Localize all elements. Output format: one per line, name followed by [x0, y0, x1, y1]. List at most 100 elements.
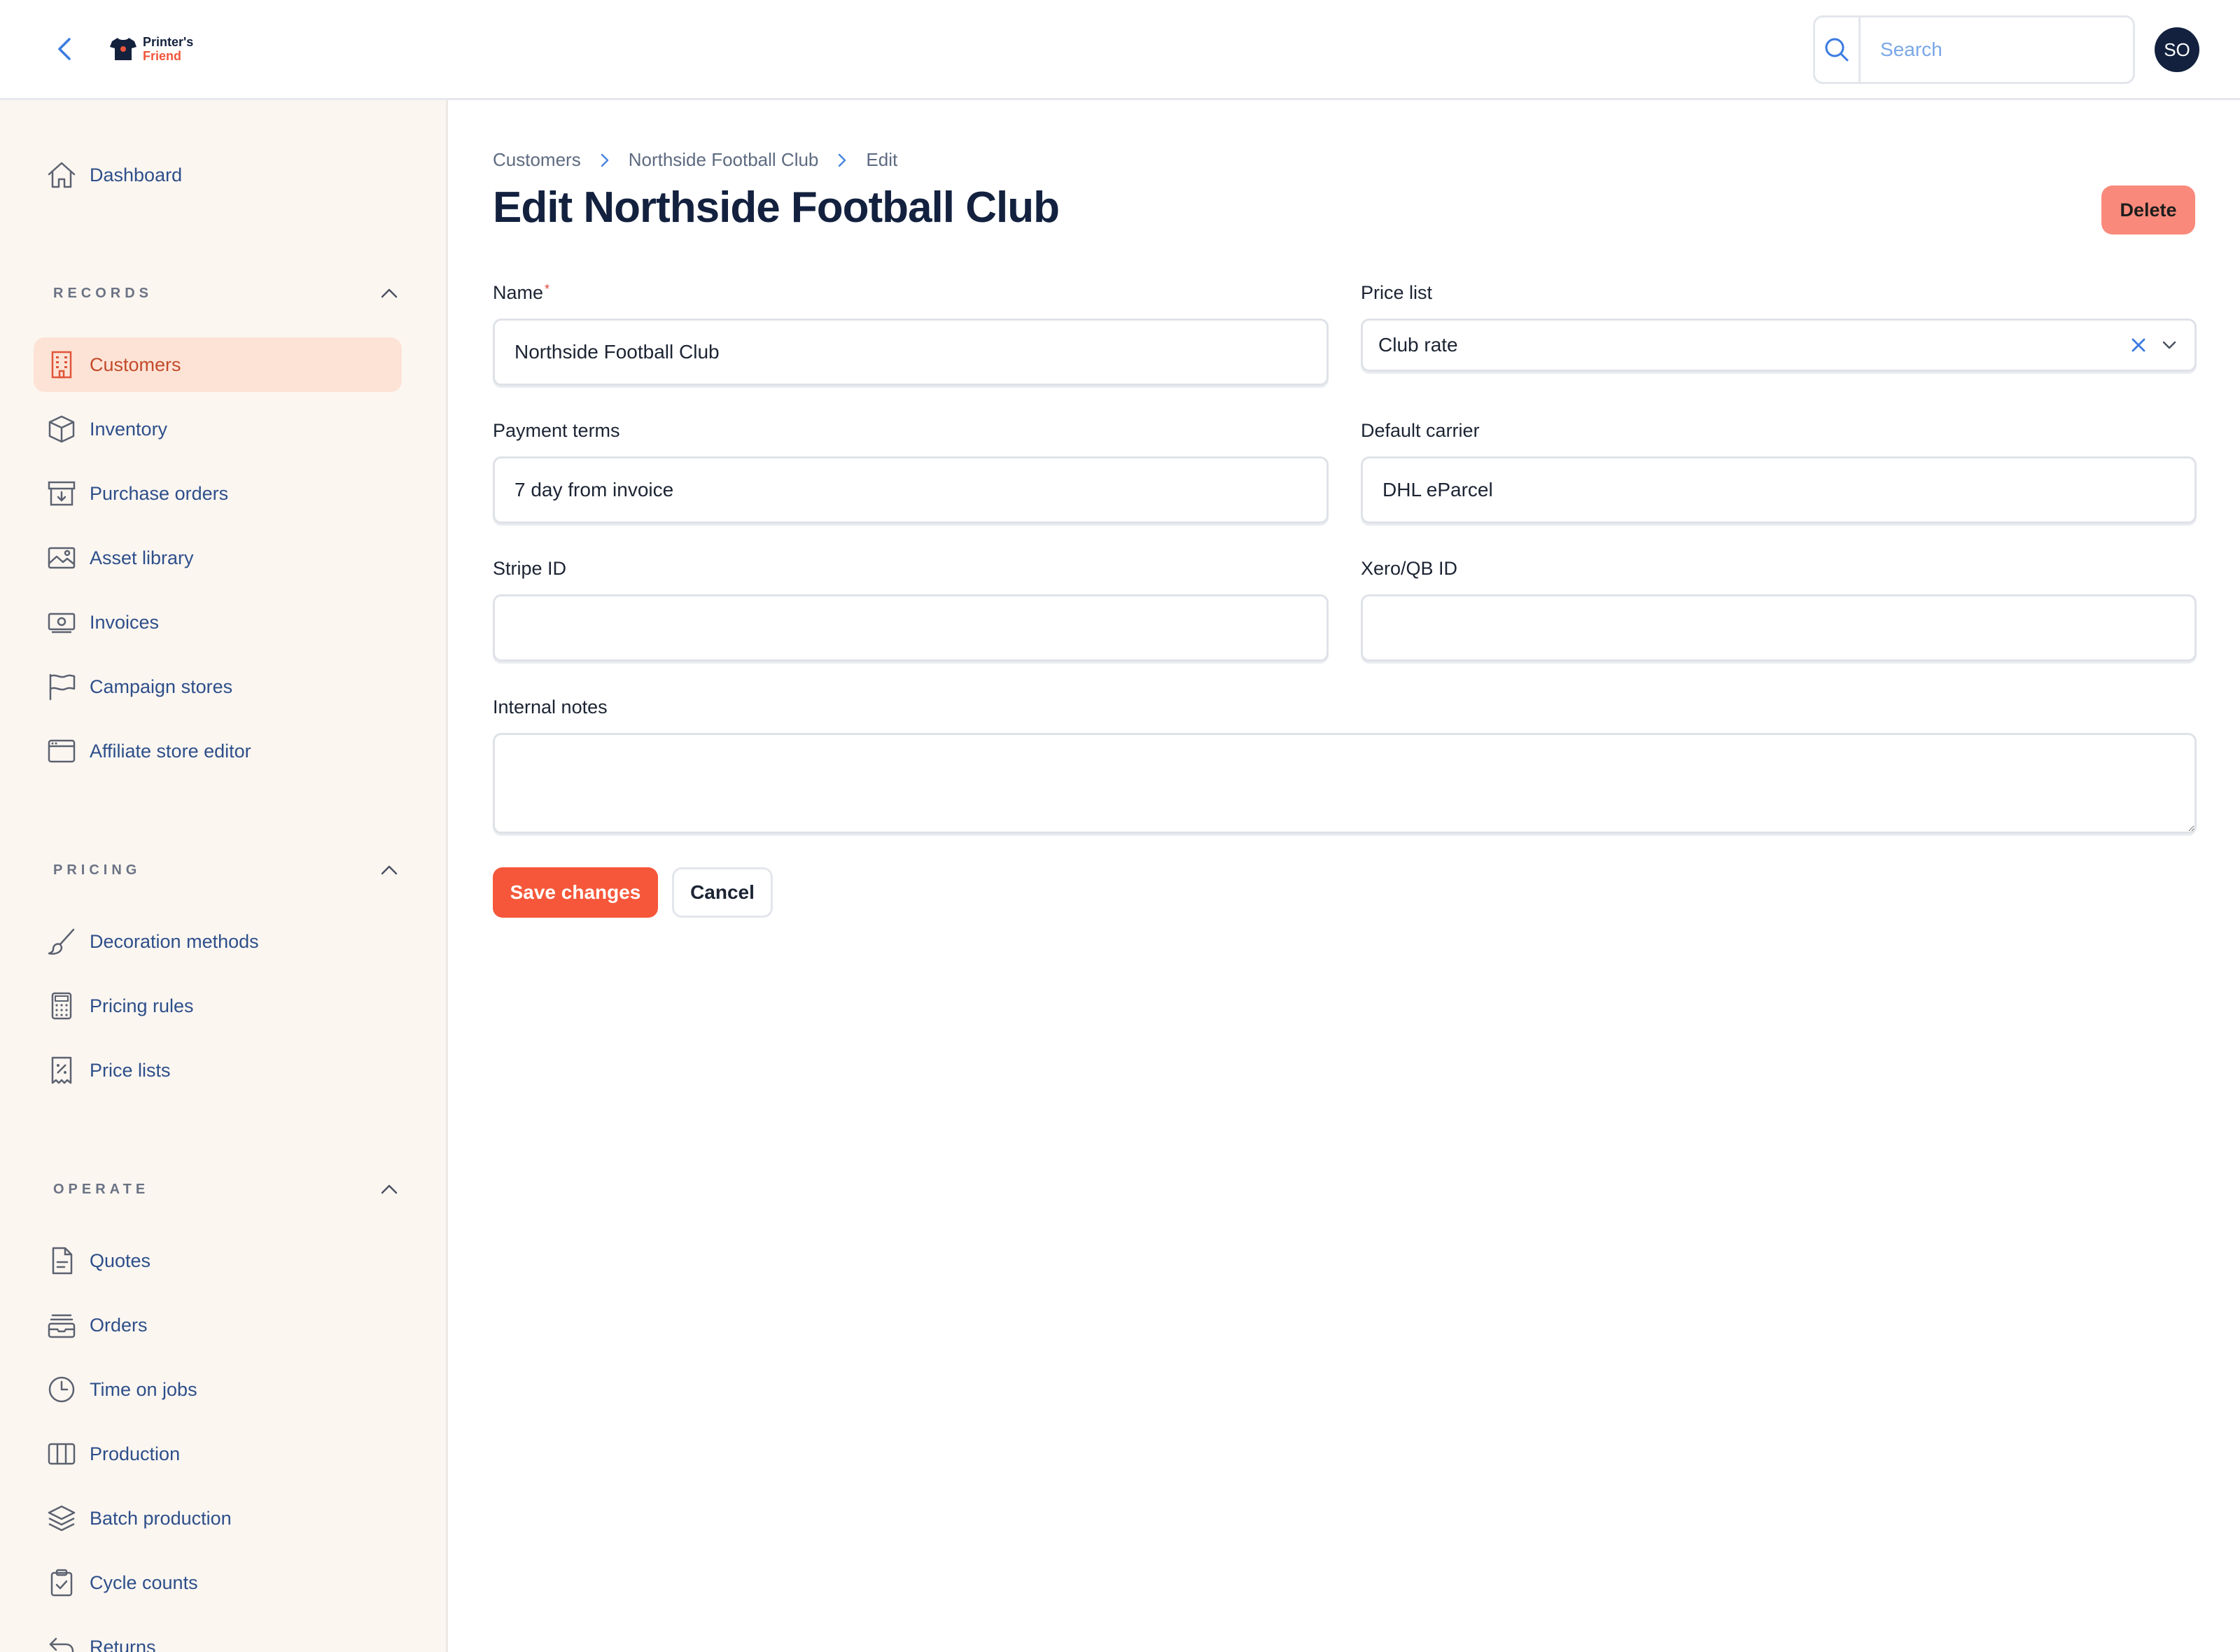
chevron-right-icon — [836, 152, 848, 169]
back-button[interactable] — [49, 34, 80, 64]
xero-qb-id-input[interactable] — [1361, 594, 2197, 662]
sidebar-item-label: Asset library — [90, 547, 194, 568]
logo-text-primary: Printer's — [143, 35, 194, 49]
internal-notes-textarea[interactable] — [493, 733, 2197, 834]
calculator-icon — [34, 990, 90, 1021]
stripe-id-label: Stripe ID — [493, 558, 567, 579]
required-asterisk: * — [545, 282, 550, 296]
sidebar-item-inventory[interactable]: Inventory — [34, 402, 402, 456]
collapse-operate-toggle[interactable] — [375, 1175, 403, 1203]
inbox-stack-icon — [34, 1310, 90, 1340]
clock-icon — [34, 1374, 90, 1405]
chevron-right-icon — [599, 152, 610, 169]
chevron-down-icon — [2162, 341, 2176, 349]
name-input[interactable] — [493, 318, 1329, 386]
sidebar-item-batch-production[interactable]: Batch production — [34, 1491, 402, 1546]
clear-selection-button[interactable] — [2123, 330, 2154, 360]
price-list-value: Club rate — [1378, 334, 1458, 356]
sidebar-item-production[interactable]: Production — [34, 1427, 402, 1481]
sidebar-item-label: Returns — [90, 1636, 156, 1652]
name-label-text: Name — [493, 282, 544, 303]
global-search — [1813, 15, 2135, 84]
xero-qb-id-label: Xero/QB ID — [1361, 558, 1458, 579]
sidebar-item-label: Decoration methods — [90, 930, 259, 952]
sidebar-item-cycle-counts[interactable]: Cycle counts — [34, 1555, 402, 1610]
payment-terms-label: Payment terms — [493, 420, 620, 441]
columns-icon — [34, 1438, 90, 1469]
section-title: RECORDS — [53, 285, 153, 301]
tshirt-logo-icon — [110, 38, 136, 60]
section-header-records: RECORDS — [53, 279, 403, 307]
chevron-up-icon — [381, 288, 398, 298]
sidebar-item-label: Pricing rules — [90, 995, 194, 1016]
sidebar-item-invoices[interactable]: Invoices — [34, 595, 402, 650]
dropdown-toggle[interactable] — [2154, 330, 2185, 360]
sidebar-item-label: Purchase orders — [90, 482, 229, 504]
sidebar-item-label: Invoices — [90, 611, 160, 633]
sidebar-item-label: Price lists — [90, 1059, 171, 1081]
logo-text-secondary: Friend — [143, 49, 182, 63]
sidebar-item-purchase-orders[interactable]: Purchase orders — [34, 466, 402, 521]
chevron-up-icon — [381, 865, 398, 875]
collapse-pricing-toggle[interactable] — [375, 856, 403, 884]
delete-button[interactable]: Delete — [2101, 186, 2195, 234]
sidebar-item-pricing-rules[interactable]: Pricing rules — [34, 979, 402, 1033]
app-logo[interactable]: Printer's Friend — [109, 35, 193, 63]
chevron-up-icon — [381, 1184, 398, 1194]
chevron-left-icon — [58, 38, 71, 60]
sidebar-item-label: Orders — [90, 1314, 148, 1336]
sidebar-item-time-on-jobs[interactable]: Time on jobs — [34, 1362, 402, 1417]
sidebar-item-label: Quotes — [90, 1250, 151, 1271]
section-header-operate: OPERATE — [53, 1175, 403, 1203]
building-icon — [34, 349, 90, 380]
sidebar-item-label: Customers — [90, 354, 181, 375]
sidebar-item-orders[interactable]: Orders — [34, 1298, 402, 1352]
user-avatar[interactable]: SO — [2155, 27, 2199, 72]
breadcrumb-customers[interactable]: Customers — [493, 149, 581, 171]
sidebar-item-quotes[interactable]: Quotes — [34, 1233, 402, 1288]
banknote-icon — [34, 607, 90, 638]
paintbrush-icon — [34, 926, 90, 957]
sidebar-item-dashboard[interactable]: Dashboard — [34, 148, 402, 202]
default-carrier-input[interactable] — [1361, 456, 2197, 524]
sidebar-item-label: Time on jobs — [90, 1378, 197, 1400]
sidebar-item-price-lists[interactable]: Price lists — [34, 1043, 402, 1098]
search-icon — [1825, 38, 1849, 62]
sidebar-item-decoration-methods[interactable]: Decoration methods — [34, 914, 402, 969]
name-label: Name * — [493, 282, 550, 304]
page-title: Edit Northside Football Club — [493, 183, 1060, 232]
sidebar-item-label: Inventory — [90, 418, 168, 440]
price-list-label: Price list — [1361, 282, 1433, 303]
section-header-pricing: PRICING — [53, 856, 403, 884]
collapse-records-toggle[interactable] — [375, 279, 403, 307]
sidebar-item-affiliate-store-editor[interactable]: Affiliate store editor — [34, 724, 402, 778]
layers-icon — [34, 1503, 90, 1534]
search-button[interactable] — [1815, 18, 1861, 82]
sidebar-item-returns[interactable]: Returns — [34, 1620, 402, 1652]
search-input[interactable] — [1861, 18, 2133, 82]
breadcrumb-customer[interactable]: Northside Football Club — [629, 149, 819, 171]
clipboard-check-icon — [34, 1567, 90, 1598]
save-changes-button[interactable]: Save changes — [493, 867, 658, 918]
browser-icon — [34, 736, 90, 766]
payment-terms-input[interactable] — [493, 456, 1329, 524]
sidebar-item-label: Production — [90, 1443, 181, 1464]
close-icon — [2132, 338, 2146, 352]
price-list-select[interactable]: Club rate — [1361, 318, 2197, 372]
image-icon — [34, 542, 90, 573]
sidebar-item-customers[interactable]: Customers — [34, 337, 402, 392]
section-title: PRICING — [53, 862, 141, 878]
breadcrumb: Customers Northside Football Club Edit — [493, 149, 897, 171]
top-bar: Printer's Friend SO — [0, 0, 2240, 100]
breadcrumb-edit[interactable]: Edit — [866, 149, 897, 171]
sidebar-item-label: Cycle counts — [90, 1572, 198, 1593]
archive-icon — [34, 478, 90, 509]
flag-icon — [34, 671, 90, 702]
document-icon — [34, 1245, 90, 1276]
cancel-button[interactable]: Cancel — [672, 867, 773, 918]
stripe-id-input[interactable] — [493, 594, 1329, 662]
sidebar-item-campaign-stores[interactable]: Campaign stores — [34, 659, 402, 714]
default-carrier-label: Default carrier — [1361, 420, 1480, 441]
sidebar-item-asset-library[interactable]: Asset library — [34, 531, 402, 585]
main-content: Customers Northside Football Club Edit E… — [448, 100, 2240, 1652]
